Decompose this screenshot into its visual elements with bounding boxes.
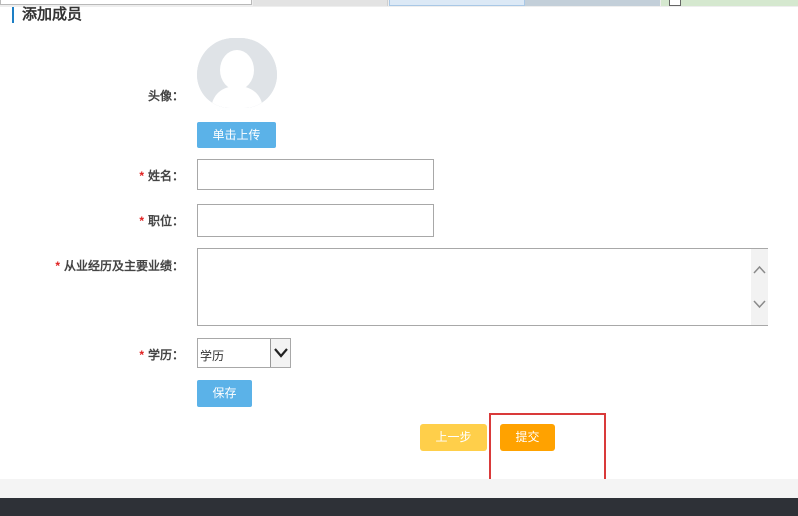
- highlight-box: [489, 413, 606, 481]
- top-tab-strip: [0, 0, 798, 7]
- top-tab-2[interactable]: [389, 0, 525, 6]
- name-label-text: 姓名：: [147, 169, 184, 183]
- footer: [0, 498, 798, 516]
- position-label-text: 职位：: [147, 214, 184, 228]
- required-mark: *: [139, 214, 144, 228]
- default-avatar-icon: [197, 38, 277, 108]
- avatar-label: 头像：: [147, 89, 184, 103]
- top-tab-1[interactable]: [253, 0, 388, 6]
- experience-label: * 从业经历及主要业绩：: [55, 257, 184, 274]
- previous-step-button[interactable]: 上一步: [420, 424, 487, 451]
- position-input[interactable]: [197, 204, 434, 237]
- save-button[interactable]: 保存: [197, 380, 252, 407]
- education-select-value: 学历: [200, 349, 225, 363]
- education-label: * 学历：: [139, 346, 184, 363]
- bottom-band: [0, 479, 798, 498]
- position-label: * 职位：: [139, 212, 184, 229]
- checkbox-icon: [669, 0, 681, 6]
- top-tab-4[interactable]: [661, 0, 798, 6]
- top-tab-3[interactable]: [525, 0, 660, 6]
- textarea-scrollbar[interactable]: [751, 249, 768, 325]
- upload-avatar-button[interactable]: 单击上传: [197, 122, 276, 148]
- education-label-text: 学历：: [147, 348, 184, 362]
- experience-textarea[interactable]: [197, 248, 768, 326]
- top-search-box[interactable]: [0, 0, 252, 5]
- required-mark: *: [55, 259, 60, 273]
- education-select[interactable]: 学历: [197, 338, 291, 368]
- name-label: * 姓名：: [139, 167, 184, 184]
- required-mark: *: [139, 348, 144, 362]
- name-input[interactable]: [197, 159, 434, 190]
- experience-label-text: 从业经历及主要业绩：: [63, 259, 184, 273]
- avatar: [197, 38, 277, 108]
- chevron-down-icon[interactable]: [270, 339, 290, 367]
- section-title: 添加成员: [12, 7, 82, 23]
- scroll-arrows-icon[interactable]: [751, 249, 768, 325]
- required-mark: *: [139, 169, 144, 183]
